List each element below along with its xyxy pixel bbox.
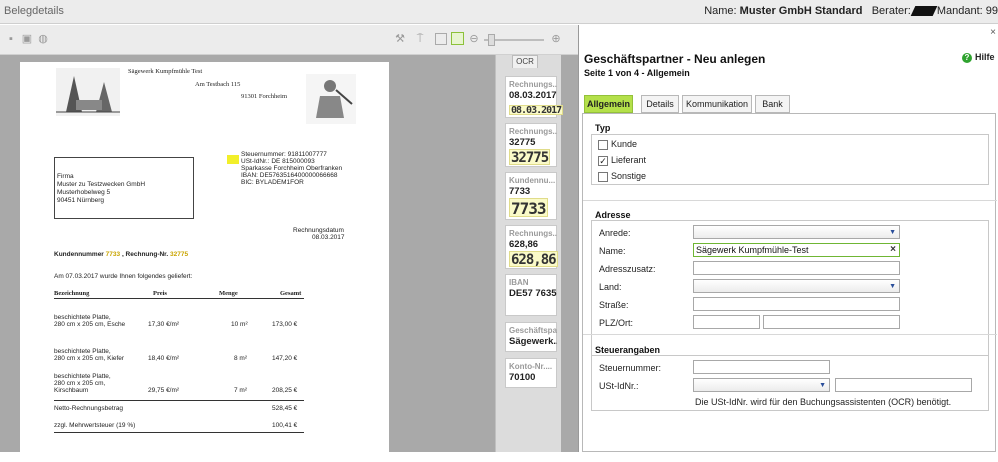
steuernummer-input[interactable] (693, 360, 830, 374)
section-steuer-heading: Steuerangaben (595, 345, 661, 355)
ocr-field-account-number[interactable]: Konto-Nr.... 70100 (505, 358, 557, 388)
form-title: Geschäftspartner - Neu anlegen (584, 52, 766, 66)
check-mark-icon: ✓ (598, 155, 608, 166)
title-bar: Belegdetails Name: Muster GmbH Standard … (0, 0, 998, 24)
sawmill-logo-icon (56, 68, 120, 116)
help-link[interactable]: ? Hilfe (962, 52, 995, 63)
ustid-input[interactable] (835, 378, 972, 392)
tab-bank[interactable]: Bank (755, 95, 790, 113)
chevron-down-icon: ▼ (889, 229, 896, 236)
checkbox-kunde[interactable]: Kunde (598, 139, 637, 150)
land-select[interactable]: ▼ (693, 279, 900, 293)
close-icon[interactable]: × (990, 27, 996, 38)
checkbox-lieferant[interactable]: ✓ Lieferant (598, 155, 646, 166)
ocr-field-iban[interactable]: IBAN DE57 7635... (505, 274, 557, 316)
strasse-input[interactable] (693, 297, 900, 311)
zoom-in-icon[interactable]: ⊕ (550, 33, 562, 45)
ocr-field-invoice-date[interactable]: Rechnungs... 08.03.2017 08.03.2017 (505, 76, 564, 118)
highlight-mark (227, 155, 239, 164)
tab-allgemein[interactable]: Allgemein (584, 95, 633, 113)
plz-input[interactable] (693, 315, 760, 329)
section-typ-heading: Typ (595, 123, 611, 133)
woodcutter-logo-icon (306, 74, 356, 124)
name-input[interactable]: Sägewerk Kumpfmühle-Test × (693, 243, 900, 257)
ustid-country-select[interactable]: ▼ (693, 378, 830, 392)
print-icon[interactable]: ▣ (21, 33, 33, 45)
viewer-toolbar: ▪ ▣ ◍ ⚒ ⍑ ⊖ ⊕ (0, 25, 578, 55)
tab-kommunikation[interactable]: Kommunikation (682, 95, 752, 113)
section-typ (591, 134, 989, 185)
mandant-label: Mandant: 99 (936, 5, 998, 17)
adresszusatz-input[interactable] (693, 261, 900, 275)
tab-details[interactable]: Details (641, 95, 679, 113)
chevron-down-icon: ▼ (819, 382, 826, 389)
partner-form-pane: × Geschäftspartner - Neu anlegen Seite 1… (579, 25, 998, 452)
window-title: Belegdetails (4, 5, 64, 17)
iban-text: IBAN: DE5763516400000066668 (241, 172, 338, 179)
form-panel: Typ Kunde ✓ Lieferant Sonstige Adresse An… (582, 113, 997, 452)
session-info: Name: Muster GmbH Standard Berater: Manda… (704, 5, 998, 17)
zoom-slider-handle[interactable] (488, 34, 495, 46)
ustid-note: Die USt-IdNr. wird für den Buchungsassis… (695, 397, 952, 407)
checkbox-sonstige[interactable]: Sonstige (598, 171, 646, 182)
address-window (54, 157, 194, 219)
chevron-down-icon: ▼ (889, 283, 896, 290)
page-single-icon[interactable] (435, 33, 447, 45)
globe-icon[interactable]: ◍ (37, 33, 49, 45)
ocr-field-invoice-number[interactable]: Rechnungs... 32775 32775 (505, 123, 557, 167)
ocr-field-invoice-amount[interactable]: Rechnungs... 628,86 628,86 (505, 225, 558, 269)
ocr-field-customer-number[interactable]: Kundennu... 7733 7733 (505, 172, 557, 220)
client-name: Muster GmbH Standard (739, 5, 863, 17)
section-adresse-heading: Adresse (595, 210, 631, 220)
help-icon: ? (962, 53, 972, 63)
stamp-icon[interactable]: ⍑ (414, 33, 426, 45)
save-icon[interactable]: ▪ (5, 33, 17, 45)
invoice-page: Sägewerk Kumpfmühle Test Am Testbach 115… (20, 62, 389, 462)
document-viewer: ▪ ▣ ◍ ⚒ ⍑ ⊖ ⊕ Sägewerk Kumpfmühle Test A… (0, 25, 578, 462)
redaction-mark (910, 6, 938, 17)
wrench-icon[interactable]: ⚒ (394, 33, 406, 45)
ocr-field-business-partner[interactable]: Geschäftspa... Sägewerk... (505, 322, 557, 352)
ort-input[interactable] (763, 315, 900, 329)
anrede-select[interactable]: ▼ (693, 225, 900, 239)
page-fit-icon[interactable] (451, 32, 464, 45)
zoom-out-icon[interactable]: ⊖ (468, 33, 480, 45)
ocr-tab[interactable]: OCR (512, 55, 538, 68)
form-subtitle: Seite 1 von 4 - Allgemein (584, 68, 690, 78)
clear-icon[interactable]: × (890, 244, 896, 256)
